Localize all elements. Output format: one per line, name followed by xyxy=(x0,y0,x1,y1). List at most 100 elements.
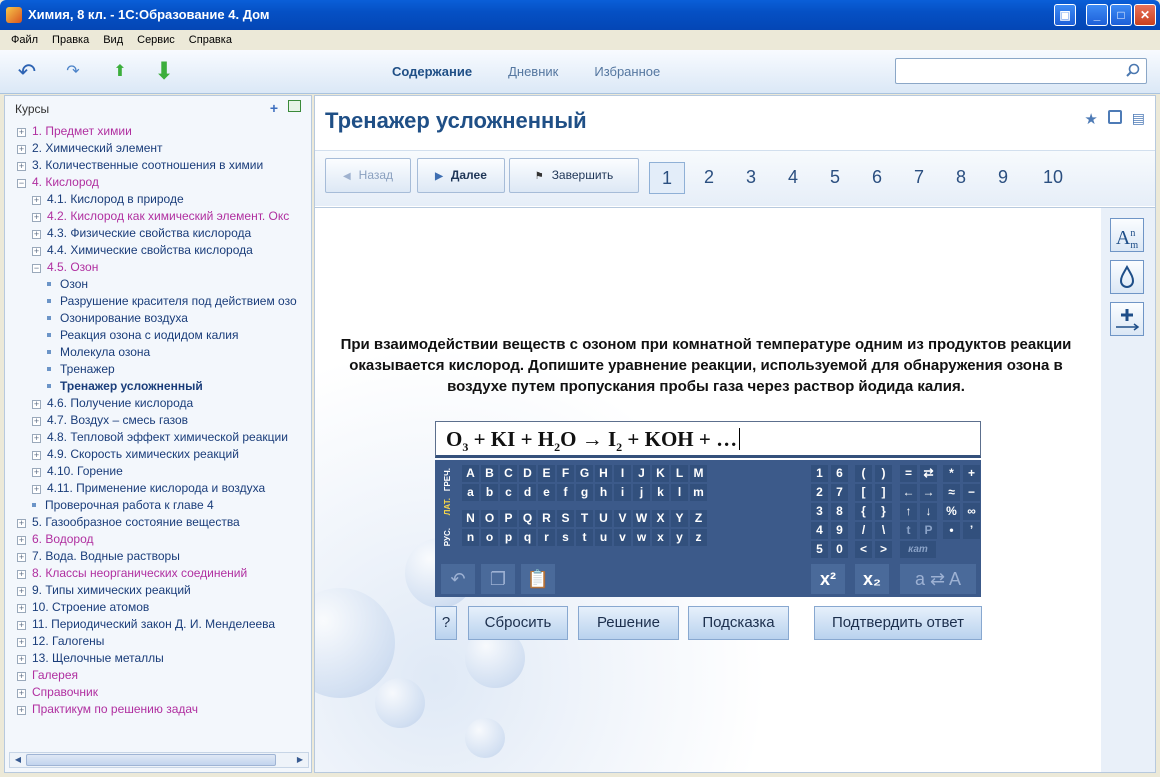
page-number[interactable]: 3 xyxy=(733,162,769,194)
expand-icon[interactable]: + xyxy=(32,196,41,205)
keyboard-key[interactable]: − xyxy=(963,484,980,501)
menu-edit[interactable]: Правка xyxy=(45,34,96,46)
keyboard-key[interactable]: W xyxy=(633,510,650,527)
tree-item[interactable]: +9. Типы химических реакций xyxy=(5,582,311,599)
tree-item[interactable]: Тренажер усложненный xyxy=(5,378,311,395)
keyboard-key[interactable]: 0 xyxy=(831,541,848,558)
keyboard-key[interactable]: 1 xyxy=(811,465,828,482)
help-button[interactable]: ? xyxy=(435,606,457,640)
keyboard-key[interactable]: K xyxy=(652,465,669,482)
expand-icon[interactable]: + xyxy=(17,536,26,545)
solution-button[interactable]: Решение xyxy=(578,606,679,640)
tree-item[interactable]: +4.2. Кислород как химический элемент. О… xyxy=(5,208,311,225)
expand-icon[interactable]: + xyxy=(17,162,26,171)
keyboard-key[interactable]: b xyxy=(481,484,498,501)
tree-item[interactable]: Озон xyxy=(5,276,311,293)
keyboard-key[interactable]: % xyxy=(943,503,960,520)
keyboard-key[interactable]: C xyxy=(500,465,517,482)
keyboard-key[interactable]: } xyxy=(875,503,892,520)
tree-item[interactable]: Реакция озона с иодидом калия xyxy=(5,327,311,344)
tree-item[interactable]: +6. Водород xyxy=(5,531,311,548)
table-icon[interactable]: ▤ xyxy=(1132,110,1145,128)
expand-icon[interactable]: + xyxy=(17,689,26,698)
tree-item[interactable]: +4.9. Скорость химических реакций xyxy=(5,446,311,463)
case-toggle-button[interactable]: a ⇄ A xyxy=(900,564,976,594)
subscript-button[interactable]: x₂ xyxy=(855,564,889,594)
keyboard-key[interactable]: q xyxy=(519,529,536,546)
tree-item[interactable]: +4.10. Горение xyxy=(5,463,311,480)
tree-item[interactable]: Разрушение красителя под действием озо xyxy=(5,293,311,310)
superscript-tool-icon[interactable]: Anm xyxy=(1110,218,1144,252)
tree-item[interactable]: −4. Кислород xyxy=(5,174,311,191)
keyboard-key[interactable]: P xyxy=(500,510,517,527)
keyboard-key[interactable]: • xyxy=(943,522,960,539)
keyboard-key[interactable]: X xyxy=(652,510,669,527)
confirm-answer-button[interactable]: Подтвердить ответ xyxy=(814,606,982,640)
keyboard-key[interactable]: P xyxy=(920,522,937,539)
keyboard-key[interactable]: F xyxy=(557,465,574,482)
tree-item[interactable]: +4.3. Физические свойства кислорода xyxy=(5,225,311,242)
page-number[interactable]: 8 xyxy=(943,162,979,194)
forward-arrow-icon[interactable]: ↷ xyxy=(60,60,86,84)
keyboard-key[interactable]: \ xyxy=(875,522,892,539)
page-number[interactable]: 9 xyxy=(985,162,1021,194)
collapse-icon[interactable]: − xyxy=(17,179,26,188)
keyboard-key[interactable]: ( xyxy=(855,465,872,482)
tree-item[interactable]: + Справочник xyxy=(5,684,311,701)
menu-file[interactable]: Файл xyxy=(4,34,45,46)
keyboard-key[interactable]: 9 xyxy=(831,522,848,539)
keyboard-key[interactable]: u xyxy=(595,529,612,546)
expand-icon[interactable]: + xyxy=(17,638,26,647)
keyboard-key[interactable]: R xyxy=(538,510,555,527)
keyboard-key[interactable]: j xyxy=(633,484,650,501)
keyboard-key[interactable]: кат xyxy=(900,541,936,558)
page-number[interactable]: 1 xyxy=(649,162,685,194)
page-number[interactable]: 4 xyxy=(775,162,811,194)
horizontal-scrollbar[interactable]: ◀ ▶ xyxy=(9,752,309,768)
keyboard-key[interactable]: G xyxy=(576,465,593,482)
keyboard-key[interactable]: l xyxy=(671,484,688,501)
keyboard-key[interactable]: z xyxy=(690,529,707,546)
tree-item[interactable]: Тренажер xyxy=(5,361,311,378)
keyboard-key[interactable]: * xyxy=(943,465,960,482)
page-number[interactable]: 10 xyxy=(1035,162,1071,194)
expand-icon[interactable]: + xyxy=(17,128,26,137)
expand-icon[interactable]: + xyxy=(17,706,26,715)
keyboard-key[interactable]: ← xyxy=(900,484,917,501)
menu-view[interactable]: Вид xyxy=(96,34,130,46)
layout-switch[interactable]: РУС. xyxy=(443,528,457,546)
keyboard-key[interactable]: i xyxy=(614,484,631,501)
answer-input[interactable]: O3 + KI + H2O → I2 + KOH + … xyxy=(435,421,981,458)
expand-icon[interactable]: + xyxy=(17,655,26,664)
keyboard-key[interactable]: p xyxy=(500,529,517,546)
keyboard-key[interactable]: J xyxy=(633,465,650,482)
keyboard-key[interactable]: e xyxy=(538,484,555,501)
keyboard-key[interactable]: ⇄ xyxy=(920,465,937,482)
back-button[interactable]: ◀ Назад xyxy=(325,158,411,193)
keyboard-key[interactable]: = xyxy=(900,465,917,482)
keyboard-key[interactable]: I xyxy=(614,465,631,482)
tab-contents[interactable]: Содержание xyxy=(392,64,472,79)
expand-icon[interactable]: + xyxy=(17,587,26,596)
keyboard-key[interactable]: T xyxy=(576,510,593,527)
keyboard-key[interactable]: L xyxy=(671,465,688,482)
expand-icon[interactable]: + xyxy=(17,604,26,613)
tree-item[interactable]: + Галерея xyxy=(5,667,311,684)
keyboard-key[interactable]: c xyxy=(500,484,517,501)
keyboard-key[interactable]: ↑ xyxy=(900,503,917,520)
keyboard-key[interactable]: 6 xyxy=(831,465,848,482)
tree-item[interactable]: +3. Количественные соотношения в химии xyxy=(5,157,311,174)
keyboard-key[interactable]: h xyxy=(595,484,612,501)
extra-icon[interactable]: ▣ xyxy=(1054,4,1076,26)
reset-button[interactable]: Сбросить xyxy=(468,606,568,640)
keyboard-key[interactable]: t xyxy=(576,529,593,546)
tree-item[interactable]: Озонирование воздуха xyxy=(5,310,311,327)
keyboard-key[interactable]: B xyxy=(481,465,498,482)
keyboard-key[interactable]: a xyxy=(462,484,479,501)
layout-switch[interactable]: ГРЕЧ. xyxy=(443,468,457,491)
up-arrow-icon[interactable]: ⬆ xyxy=(107,60,133,84)
tree-item[interactable]: +1. Предмет химии xyxy=(5,123,311,140)
expand-icon[interactable]: + xyxy=(32,400,41,409)
tree-item[interactable]: +4.11. Применение кислорода и воздуха xyxy=(5,480,311,497)
paste-icon[interactable]: 📋 xyxy=(521,564,555,594)
